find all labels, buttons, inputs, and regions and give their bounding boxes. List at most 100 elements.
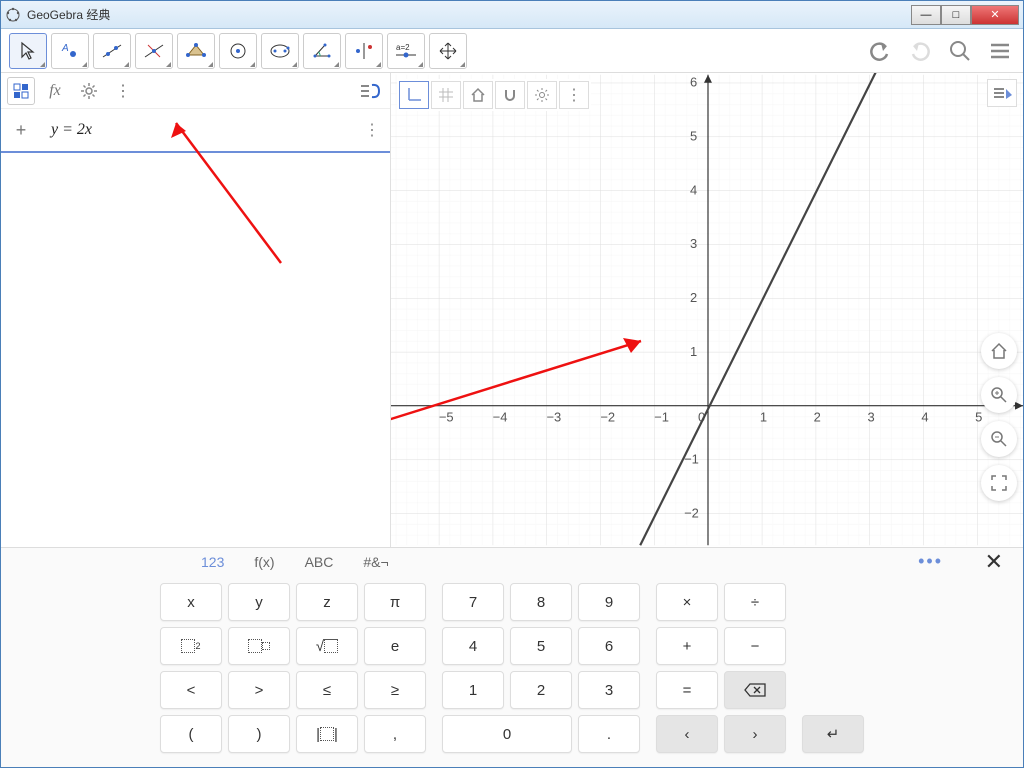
tool-line[interactable] [93,33,131,69]
key-7[interactable]: 7 [442,583,504,621]
close-button[interactable]: ✕ [971,5,1019,25]
add-input-button[interactable]: + [9,120,33,141]
zoom-out-button[interactable] [981,421,1017,457]
snap-button[interactable] [495,81,525,109]
fullscreen-icon [991,475,1007,491]
home-view-button[interactable] [981,333,1017,369]
kb-more-button[interactable]: ••• [918,551,943,572]
grid-button[interactable] [431,81,461,109]
kb-tab-fx[interactable]: f(x) [254,554,274,570]
key-y[interactable]: y [228,583,290,621]
svg-text:2: 2 [690,290,697,305]
key-square[interactable]: 2 [160,627,222,665]
graph-canvas[interactable]: −5−4−3−2−1 0 12345 123456 −1−2 [391,73,1023,547]
algebra-more-button[interactable]: ⋮ [109,77,137,105]
home-button[interactable] [463,81,493,109]
keyboard-tabs: 123 f(x) ABC #&¬ ••• ✕ [1,548,1023,575]
tool-polygon[interactable] [177,33,215,69]
tool-move[interactable] [9,33,47,69]
expression-menu-button[interactable]: ⋮ [364,120,382,140]
polygon-icon [184,41,208,61]
algebra-header: fx ⋮ [1,73,390,109]
algebra-settings-button[interactable] [75,77,103,105]
axes-icon [406,87,422,103]
style-button[interactable] [987,79,1017,107]
cursor-icon [18,41,38,61]
kb-close-button[interactable]: ✕ [985,549,1003,575]
key-5[interactable]: 5 [510,627,572,665]
tool-reflect[interactable] [345,33,383,69]
kb-tab-sym[interactable]: #&¬ [363,554,388,570]
move-view-icon [438,41,458,61]
key-8[interactable]: 8 [510,583,572,621]
key-z[interactable]: z [296,583,358,621]
tool-slider[interactable]: a=2 [387,33,425,69]
key-sqrt[interactable]: √ [296,627,358,665]
key-ge[interactable]: ≥ [364,671,426,709]
svg-text:−2: −2 [684,505,699,520]
key-6[interactable]: 6 [578,627,640,665]
key-enter[interactable]: ↵ [802,715,864,753]
algebra-view-button[interactable] [7,77,35,105]
key-abs[interactable]: || [296,715,358,753]
line-icon [100,41,124,61]
undo-button[interactable] [865,36,895,66]
minimize-button[interactable]: — [911,5,941,25]
kb-tab-123[interactable]: 123 [201,554,224,570]
key-backspace[interactable] [724,671,786,709]
key-0[interactable]: 0 [442,715,572,753]
key-dot[interactable]: . [578,715,640,753]
key-comma[interactable]: , [364,715,426,753]
zoom-in-icon [990,386,1008,404]
tool-move-view[interactable] [429,33,467,69]
graph-panel[interactable]: ⋮ −5−4−3−2−1 0 12345 [391,73,1023,547]
key-4[interactable]: 4 [442,627,504,665]
sort-button[interactable] [356,77,384,105]
key-left[interactable]: ‹ [656,715,718,753]
svg-text:a=2: a=2 [396,43,410,52]
key-le[interactable]: ≤ [296,671,358,709]
key-e[interactable]: e [364,627,426,665]
tool-conic[interactable] [261,33,299,69]
key-9[interactable]: 9 [578,583,640,621]
key-add[interactable]: + [656,627,718,665]
tool-point[interactable]: A [51,33,89,69]
graph-more-button[interactable]: ⋮ [559,81,589,109]
axes-button[interactable] [399,81,429,109]
maximize-button[interactable]: □ [941,5,971,25]
key-lparen[interactable]: ( [160,715,222,753]
fullscreen-button[interactable] [981,465,1017,501]
home-icon [990,342,1008,360]
key-lt[interactable]: < [160,671,222,709]
key-gt[interactable]: > [228,671,290,709]
key-x[interactable]: x [160,583,222,621]
tool-perpendicular[interactable] [135,33,173,69]
key-2[interactable]: 2 [510,671,572,709]
algebra-input-row[interactable]: + y = 2x ⋮ [1,109,390,153]
menu-button[interactable] [985,36,1015,66]
grid-icon [438,87,454,103]
perpendicular-icon [142,41,166,61]
tool-circle[interactable] [219,33,257,69]
key-right[interactable]: › [724,715,786,753]
redo-button[interactable] [905,36,935,66]
key-1[interactable]: 1 [442,671,504,709]
zoom-in-button[interactable] [981,377,1017,413]
key-rparen[interactable]: ) [228,715,290,753]
key-mul[interactable]: × [656,583,718,621]
circle-icon [226,41,250,61]
key-pi[interactable]: π [364,583,426,621]
kb-tab-abc[interactable]: ABC [305,554,334,570]
key-power[interactable] [228,627,290,665]
key-eq[interactable]: = [656,671,718,709]
graph-settings-button[interactable] [527,81,557,109]
key-div[interactable]: ÷ [724,583,786,621]
tool-angle[interactable] [303,33,341,69]
fx-button[interactable]: fx [41,77,69,105]
search-button[interactable] [945,36,975,66]
expression-input[interactable]: y = 2x [33,121,364,139]
key-3[interactable]: 3 [578,671,640,709]
magnet-icon [502,87,518,103]
svg-text:6: 6 [690,75,697,90]
key-sub[interactable]: − [724,627,786,665]
